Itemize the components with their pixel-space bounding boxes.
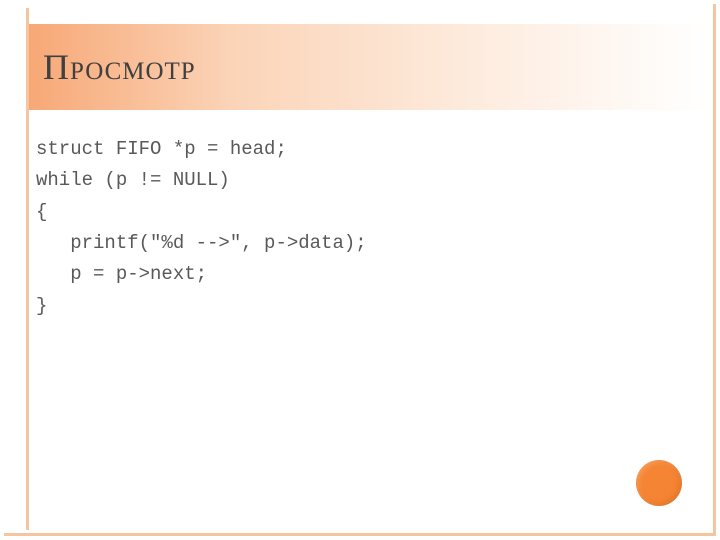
code-line: {	[36, 201, 47, 223]
border-right	[713, 4, 716, 536]
title-band: Просмотр	[29, 24, 710, 110]
code-line: p = p->next;	[36, 263, 207, 285]
code-line: struct FIFO *p = head;	[36, 138, 287, 160]
code-line: }	[36, 295, 47, 317]
accent-circle-icon	[636, 460, 682, 506]
code-block: struct FIFO *p = head; while (p != NULL)…	[36, 134, 660, 322]
slide-frame: Просмотр struct FIFO *p = head; while (p…	[0, 0, 720, 540]
border-bottom	[4, 533, 716, 536]
code-line: while (p != NULL)	[36, 169, 230, 191]
code-line: printf("%d -->", p->data);	[36, 232, 367, 254]
slide-title: Просмотр	[43, 46, 196, 88]
